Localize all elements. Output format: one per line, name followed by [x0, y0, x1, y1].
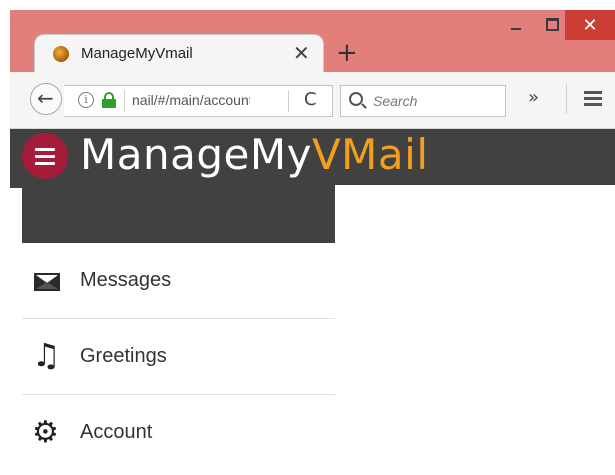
navigation-drawer: Messages ♫ Greetings ⚙ Account	[22, 243, 335, 470]
navigation-toolbar: ← i nail/#/main/account C Search »	[10, 72, 615, 129]
overflow-chevron-icon[interactable]: »	[528, 87, 539, 108]
favicon-icon	[53, 46, 69, 62]
drawer-item-label: Account	[80, 421, 153, 443]
drawer-header	[22, 185, 335, 243]
reload-icon[interactable]: C	[304, 89, 317, 110]
envelope-icon	[32, 267, 60, 295]
url-divider	[124, 90, 125, 112]
close-icon: ✕	[582, 15, 598, 36]
drawer-item-account[interactable]: ⚙ Account	[22, 395, 335, 470]
hamburger-menu-button[interactable]	[22, 133, 68, 179]
app-logo: ManageMyVMail	[80, 129, 428, 181]
hamburger-icon	[35, 148, 55, 151]
browser-tab[interactable]: ManageMyVmail ✕	[34, 34, 324, 73]
info-icon[interactable]: i	[78, 92, 94, 108]
browser-menu-icon[interactable]	[584, 91, 602, 106]
back-button[interactable]: ←	[30, 83, 62, 115]
header-edge	[10, 185, 22, 188]
logo-text-accent: VMail	[311, 130, 429, 179]
maximize-button[interactable]	[537, 10, 567, 40]
drawer-item-label: Greetings	[80, 345, 167, 367]
url-text[interactable]: nail/#/main/account	[132, 92, 250, 108]
tab-close-icon[interactable]: ✕	[293, 41, 310, 65]
drawer-item-greetings[interactable]: ♫ Greetings	[22, 319, 335, 395]
back-arrow-icon: ←	[37, 86, 54, 110]
drawer-item-messages[interactable]: Messages	[22, 243, 335, 319]
gear-icon: ⚙	[32, 415, 59, 450]
search-placeholder: Search	[373, 93, 418, 109]
tab-title: ManageMyVmail	[81, 45, 193, 62]
lock-icon	[102, 92, 116, 108]
logo-text-primary: ManageMy	[80, 130, 312, 179]
drawer-item-label: Messages	[80, 269, 172, 291]
close-window-button[interactable]: ✕	[565, 10, 615, 40]
url-divider	[288, 90, 289, 112]
music-note-icon: ♫	[32, 336, 61, 374]
search-input[interactable]: Search	[340, 85, 506, 117]
toolbar-divider	[566, 84, 567, 114]
minimize-button[interactable]	[502, 10, 532, 40]
search-icon	[349, 92, 363, 106]
address-bar[interactable]: i nail/#/main/account C	[64, 85, 333, 117]
new-tab-button[interactable]: +	[336, 40, 358, 66]
